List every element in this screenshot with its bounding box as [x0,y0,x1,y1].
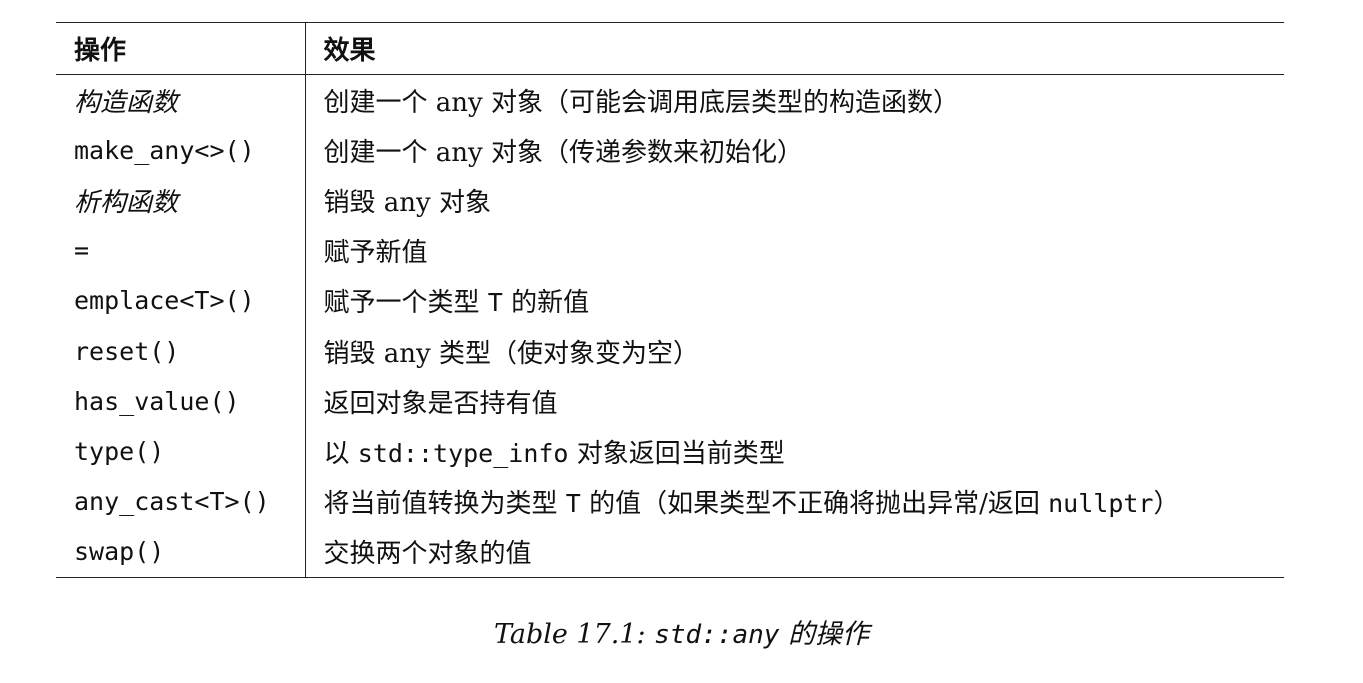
effect-code: nullptr [1048,489,1154,519]
caption-code: std::any [654,620,780,650]
table-row: type() 以 std::type_info 对象返回当前类型 [56,426,1284,477]
operation-cell: has_value() [56,376,306,427]
effect-cell: 销毁 any 类型（使对象变为空） [305,326,1284,376]
effect-cell: 赋予一个类型 T 的新值 [305,276,1284,326]
effect-cell: 创建一个 any 对象（可能会调用底层类型的构造函数） [305,75,1284,126]
table-row: 构造函数 创建一个 any 对象（可能会调用底层类型的构造函数） [56,74,1284,126]
effect-code: T [487,288,503,318]
effect-text: 赋予新值 [323,238,428,269]
operation-cell: type() [56,426,306,477]
operations-table-container: 操作 效果 构造函数 创建一个 any 对象（可能会调用底层类型的构造函数） mak… [56,22,1284,578]
effect-cell: 创建一个 any 对象（传递参数来初始化） [305,125,1284,175]
effect-code: std::type_info [357,438,569,468]
effect-text: 创建一个 any 对象（传递参数来初始化） [323,137,803,168]
effect-text: 对象返回当前类型 [568,438,785,469]
table-row: emplace<T>() 赋予一个类型 T 的新值 [56,275,1284,326]
header-operation: 操作 [56,22,306,75]
operation-cell: 析构函数 [56,175,306,226]
operation-cell: swap() [56,526,306,578]
operation-cell: reset() [56,325,306,377]
effect-cell: 销毁 any 对象 [305,175,1284,225]
operation-cell: emplace<T>() [56,275,306,326]
effect-cell: 以 std::type_info 对象返回当前类型 [305,426,1284,476]
effect-text: 赋予一个类型 [323,288,488,319]
table-row: make_any<>() 创建一个 any 对象（传递参数来初始化） [56,125,1284,176]
effect-cell: 赋予新值 [305,226,1284,276]
table-header-row: 操作 效果 [56,22,1284,75]
table-caption: Table 17.1: std::any 的操作 [0,612,1363,651]
caption-prefix: Table 17.1: [493,619,655,650]
effect-text: 的值（如果类型不正确将抛出异常/返回 [580,489,1049,520]
table-row: swap() 交换两个对象的值 [56,526,1284,578]
effect-text: 销毁 any 对象 [323,187,491,218]
effect-text: 交换两个对象的值 [323,539,532,570]
effect-cell: 返回对象是否持有值 [305,376,1284,426]
operation-cell: any_cast<T>() [56,476,306,527]
operations-table: 操作 效果 构造函数 创建一个 any 对象（可能会调用底层类型的构造函数） mak… [56,22,1284,578]
table-row: any_cast<T>() 将当前值转换为类型 T 的值（如果类型不正确将抛出异常… [56,476,1284,527]
operation-cell: make_any<>() [56,125,306,176]
effect-text: 创建一个 any 对象（可能会调用底层类型的构造函数） [323,87,959,118]
table-row: = 赋予新值 [56,225,1284,276]
effect-text: ） [1153,489,1180,520]
operation-cell: = [56,225,306,276]
effect-text: 返回对象是否持有值 [323,388,558,419]
effect-text: 的新值 [502,288,590,319]
table-row: has_value() 返回对象是否持有值 [56,376,1284,427]
effect-text: 销毁 any 类型（使对象变为空） [323,338,699,369]
operation-cell: 构造函数 [56,74,306,126]
table-body: 构造函数 创建一个 any 对象（可能会调用底层类型的构造函数） make_any<… [56,74,1284,578]
effect-code: T [565,489,581,519]
caption-suffix: 的操作 [779,619,870,650]
table-row: 析构函数 销毁 any 对象 [56,175,1284,226]
effect-text: 以 [323,438,358,469]
effect-cell: 将当前值转换为类型 T 的值（如果类型不正确将抛出异常/返回 nullptr） [305,477,1284,527]
header-effect: 效果 [323,36,376,66]
table-row: reset() 销毁 any 类型（使对象变为空） [56,325,1284,377]
effect-cell: 交换两个对象的值 [305,527,1284,578]
effect-text: 将当前值转换为类型 [323,489,566,520]
